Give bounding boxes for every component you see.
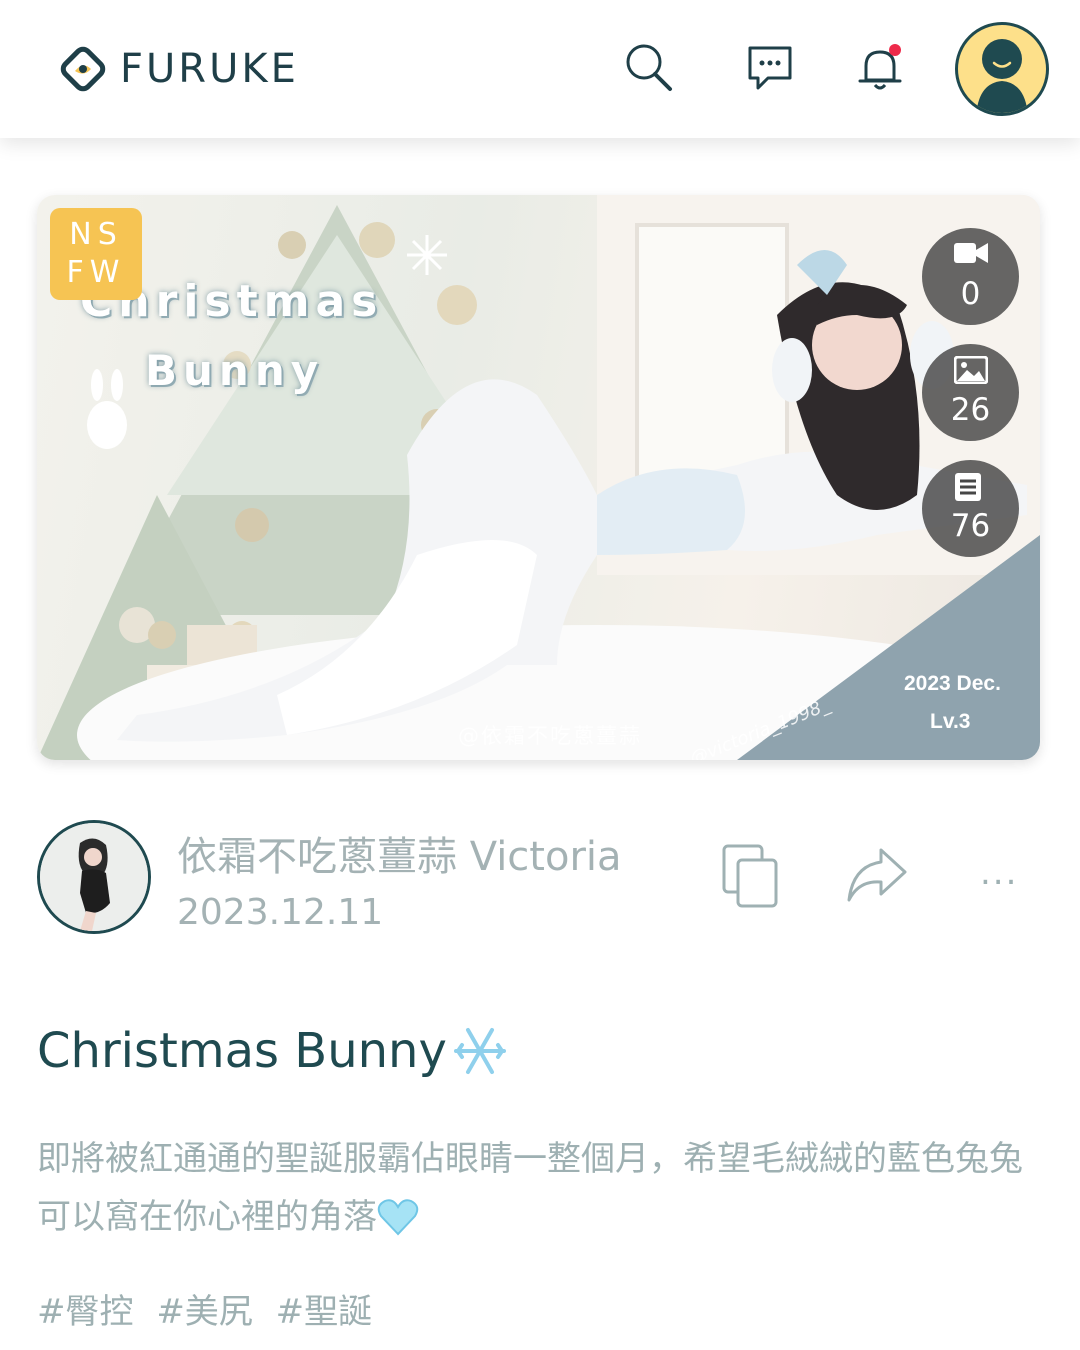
nsfw-badge: NS FW [50, 208, 142, 300]
article-count: 76 [950, 508, 991, 544]
post-title-text: Christmas Bunny [37, 1023, 447, 1079]
tag-item[interactable]: #聖誕 [276, 1292, 373, 1332]
top-nav-bar: FURUKE [0, 0, 1080, 138]
video-count: 0 [960, 276, 981, 312]
tag-list: #臀控 #美尻 #聖誕 [37, 1284, 384, 1333]
video-camera-icon [954, 243, 988, 263]
nsfw-badge-line2: FW [66, 255, 126, 290]
furuke-logo-icon [60, 46, 106, 92]
share-icon[interactable] [845, 844, 909, 908]
notification-bell-icon[interactable] [852, 40, 908, 96]
tag-item[interactable]: #美尻 [156, 1292, 253, 1332]
tag-item[interactable]: #臀控 [37, 1292, 134, 1332]
search-icon[interactable] [622, 40, 678, 96]
author-name[interactable]: 依霜不吃蔥薑蒜 Victoria [177, 824, 622, 882]
nsfw-badge-line1: NS [69, 217, 123, 252]
post-body-text: 即將被紅通通的聖誕服霸佔眼睛一整個月，希望毛絨絨的藍色兔兔可以窩在你心裡的角落 [37, 1139, 1023, 1237]
brand-logo[interactable]: FURUKE [58, 44, 299, 94]
post-date: 2023.12.11 [177, 892, 384, 933]
chat-icon[interactable] [742, 40, 798, 96]
image-count-badge[interactable]: 26 [922, 344, 1019, 441]
image-icon [954, 356, 988, 384]
brand-name: FURUKE [120, 46, 299, 92]
light-blue-heart-icon [377, 1199, 419, 1236]
post-body: 即將被紅通通的聖誕服霸佔眼睛一整個月，希望毛絨絨的藍色兔兔可以窩在你心裡的角落 [37, 1130, 1047, 1246]
cover-watermark-name: @依霜不吃蔥薑蒜 [458, 724, 642, 748]
notification-dot [889, 44, 901, 56]
cover-level-label: Lv.3 [930, 710, 971, 733]
snowflake-icon [453, 1028, 506, 1074]
image-count: 26 [950, 392, 991, 428]
post-cover-image[interactable]: Christmas Bunny @依霜不吃蔥薑蒜 @victoria_1998_… [37, 195, 1040, 760]
copy-icon[interactable] [722, 844, 780, 912]
user-avatar[interactable] [955, 22, 1049, 116]
video-count-badge[interactable]: 0 [922, 228, 1019, 325]
post-title: Christmas Bunny [37, 1022, 509, 1080]
author-avatar[interactable] [37, 820, 151, 934]
cover-title-line2: Bunny [145, 346, 325, 395]
cover-date-label: 2023 Dec. [904, 672, 1001, 695]
article-count-badge[interactable]: 76 [922, 460, 1019, 557]
more-options-button[interactable]: ... [980, 853, 1018, 893]
article-icon [955, 473, 981, 501]
